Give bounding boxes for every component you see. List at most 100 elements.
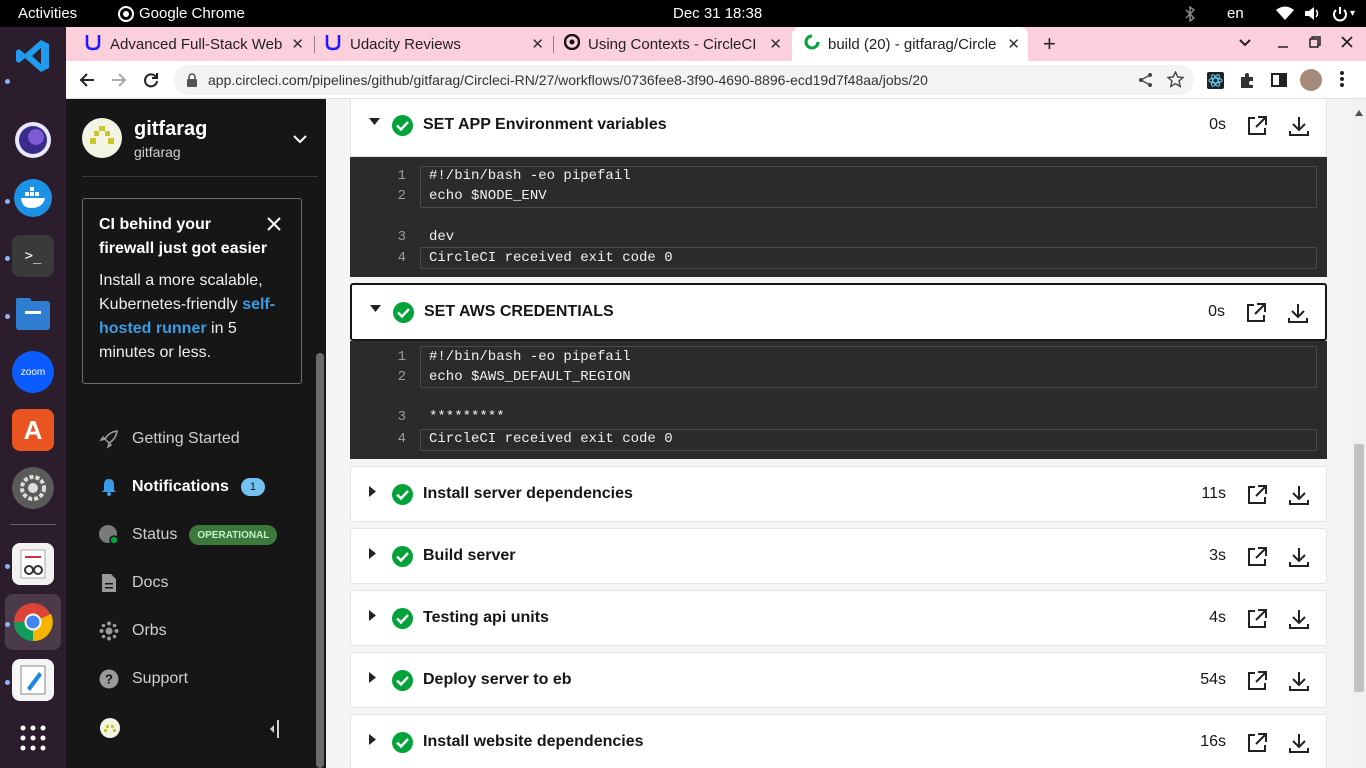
vscode-icon[interactable] <box>12 35 54 77</box>
react-devtools-extension-icon[interactable] <box>1207 72 1224 94</box>
forward-icon[interactable] <box>111 72 127 93</box>
system-menu-arrow-icon[interactable]: ▾ <box>1350 8 1355 19</box>
close-window-icon[interactable] <box>1340 35 1354 54</box>
extensions-puzzle-icon[interactable] <box>1239 72 1256 94</box>
open-in-new-tab-icon[interactable] <box>1246 115 1268 137</box>
promo-body: Install a more scalable, Kubernetes-frie… <box>99 269 285 365</box>
step-row[interactable]: Install server dependencies 11s <box>350 466 1327 522</box>
terminal-icon[interactable]: >_ <box>12 235 54 277</box>
side-panel-icon[interactable] <box>1271 72 1287 93</box>
sidebar-scrollbar[interactable] <box>316 353 324 768</box>
tab-close-icon[interactable]: ✕ <box>769 35 782 53</box>
keyboard-language[interactable]: en <box>1227 5 1244 22</box>
bluetooth-icon <box>1184 5 1196 26</box>
restore-icon[interactable] <box>1308 35 1322 54</box>
tab-close-icon[interactable]: ✕ <box>1007 35 1020 53</box>
help-circle-icon: ? <box>98 668 120 690</box>
nav-getting-started[interactable]: Getting Started <box>98 426 240 452</box>
lock-icon[interactable] <box>186 73 198 92</box>
expand-chevron-icon[interactable] <box>369 548 377 562</box>
open-in-new-tab-icon[interactable] <box>1246 546 1268 568</box>
tab-close-icon[interactable]: ✕ <box>531 35 544 53</box>
step-row[interactable]: Deploy server to eb 54s <box>350 652 1327 708</box>
step-row[interactable]: Testing api units 4s <box>350 590 1327 646</box>
org-switcher-chevron-icon[interactable] <box>293 131 307 149</box>
download-icon[interactable] <box>1288 670 1310 692</box>
collapse-sidebar-icon[interactable] <box>267 719 281 744</box>
share-icon[interactable] <box>1138 72 1154 93</box>
collapse-chevron-icon[interactable] <box>369 117 380 129</box>
minimize-icon[interactable] <box>1276 35 1290 54</box>
tab-close-icon[interactable]: ✕ <box>291 35 304 53</box>
zoom-icon[interactable]: zoom <box>12 351 54 393</box>
show-apps-icon[interactable] <box>12 717 54 759</box>
log-line: 3 dev <box>350 229 1327 249</box>
firefox-dev-icon[interactable] <box>12 119 54 161</box>
nav-docs[interactable]: Docs <box>98 570 168 596</box>
nav-status[interactable]: Status OPERATIONAL <box>98 522 278 548</box>
document-viewer-icon[interactable] <box>12 543 54 585</box>
address-bar[interactable]: app.circleci.com/pipelines/github/gitfar… <box>174 65 1194 95</box>
open-in-new-tab-icon[interactable] <box>1246 732 1268 754</box>
page-scrollbar[interactable] <box>1352 99 1366 768</box>
download-icon[interactable] <box>1288 484 1310 506</box>
promo-title: CI behind your firewall just got easier <box>99 216 268 257</box>
tab-circleci-contexts[interactable]: Using Contexts - CircleCI ✕ <box>556 27 788 61</box>
scrollbar-thumb[interactable] <box>1354 444 1364 692</box>
step-name: SET AWS CREDENTIALS <box>424 303 614 320</box>
back-icon[interactable] <box>79 72 95 93</box>
expand-chevron-icon[interactable] <box>369 672 377 686</box>
success-check-icon <box>393 302 414 323</box>
step-log-output: 1 #!/bin/bash -eo pipefail 2 echo $NODE_EN… <box>350 157 1327 277</box>
open-in-new-tab-icon[interactable] <box>1246 670 1268 692</box>
text-editor-icon[interactable] <box>12 659 54 701</box>
step-row[interactable]: SET APP Environment variables 0s <box>350 99 1327 157</box>
org-avatar[interactable] <box>82 118 122 158</box>
profile-avatar-icon[interactable] <box>1300 69 1322 91</box>
tab-strip: Advanced Full-Stack Web ✕ Udacity Review… <box>66 27 1366 61</box>
activities-button[interactable]: Activities <box>18 5 77 22</box>
line-text: echo $NODE_ENV <box>429 188 547 204</box>
chrome-dock-icon[interactable] <box>12 601 54 643</box>
download-icon[interactable] <box>1288 546 1310 568</box>
step-name: Testing api units <box>423 609 549 626</box>
settings-icon[interactable] <box>12 467 54 509</box>
step-row[interactable]: Build server 3s <box>350 528 1327 584</box>
files-icon[interactable] <box>12 293 54 335</box>
expand-chevron-icon[interactable] <box>369 486 377 500</box>
download-icon[interactable] <box>1287 302 1309 324</box>
new-tab-button[interactable]: + <box>1043 31 1056 57</box>
url-text[interactable]: app.circleci.com/pipelines/github/gitfar… <box>208 72 928 88</box>
step-row[interactable]: Install website dependencies 16s <box>350 714 1327 768</box>
step-row[interactable]: SET AWS CREDENTIALS 0s <box>350 283 1327 341</box>
promo-close-icon[interactable] <box>267 217 281 236</box>
nav-orbs[interactable]: Orbs <box>98 618 167 644</box>
browser-menu-icon[interactable] <box>1339 70 1345 93</box>
tab-udacity-reviews[interactable]: Udacity Reviews ✕ <box>318 27 550 61</box>
clock[interactable]: Dec 31 18:38 <box>673 5 762 22</box>
tab-udacity-course[interactable]: Advanced Full-Stack Web ✕ <box>78 27 310 61</box>
tab-build-active[interactable]: build (20) - gitfarag/Circle ✕ <box>792 27 1028 61</box>
docker-icon[interactable] <box>12 177 54 219</box>
open-in-new-tab-icon[interactable] <box>1246 608 1268 630</box>
download-icon[interactable] <box>1288 608 1310 630</box>
download-icon[interactable] <box>1288 732 1310 754</box>
expand-chevron-icon[interactable] <box>369 734 377 748</box>
browser-toolbar: app.circleci.com/pipelines/github/gitfar… <box>66 61 1366 99</box>
expand-chevron-icon[interactable] <box>369 610 377 624</box>
app-center-icon[interactable]: A <box>12 409 54 451</box>
open-in-new-tab-icon[interactable] <box>1245 302 1267 324</box>
collapse-chevron-icon[interactable] <box>370 304 381 316</box>
open-in-new-tab-icon[interactable] <box>1246 484 1268 506</box>
user-avatar[interactable] <box>100 718 120 738</box>
nav-notifications[interactable]: Notifications 1 <box>98 474 265 500</box>
reload-icon[interactable] <box>143 72 159 93</box>
tab-search-chevron-icon[interactable] <box>1238 35 1252 54</box>
status-globe-icon <box>98 524 120 546</box>
download-icon[interactable] <box>1288 115 1310 137</box>
nav-support[interactable]: ? Support <box>98 666 188 692</box>
bookmark-star-icon[interactable] <box>1166 70 1185 93</box>
app-menu-label[interactable]: Google Chrome <box>139 5 245 22</box>
org-name[interactable]: gitfarag <box>134 118 207 141</box>
scroll-up-icon[interactable] <box>1355 103 1363 121</box>
